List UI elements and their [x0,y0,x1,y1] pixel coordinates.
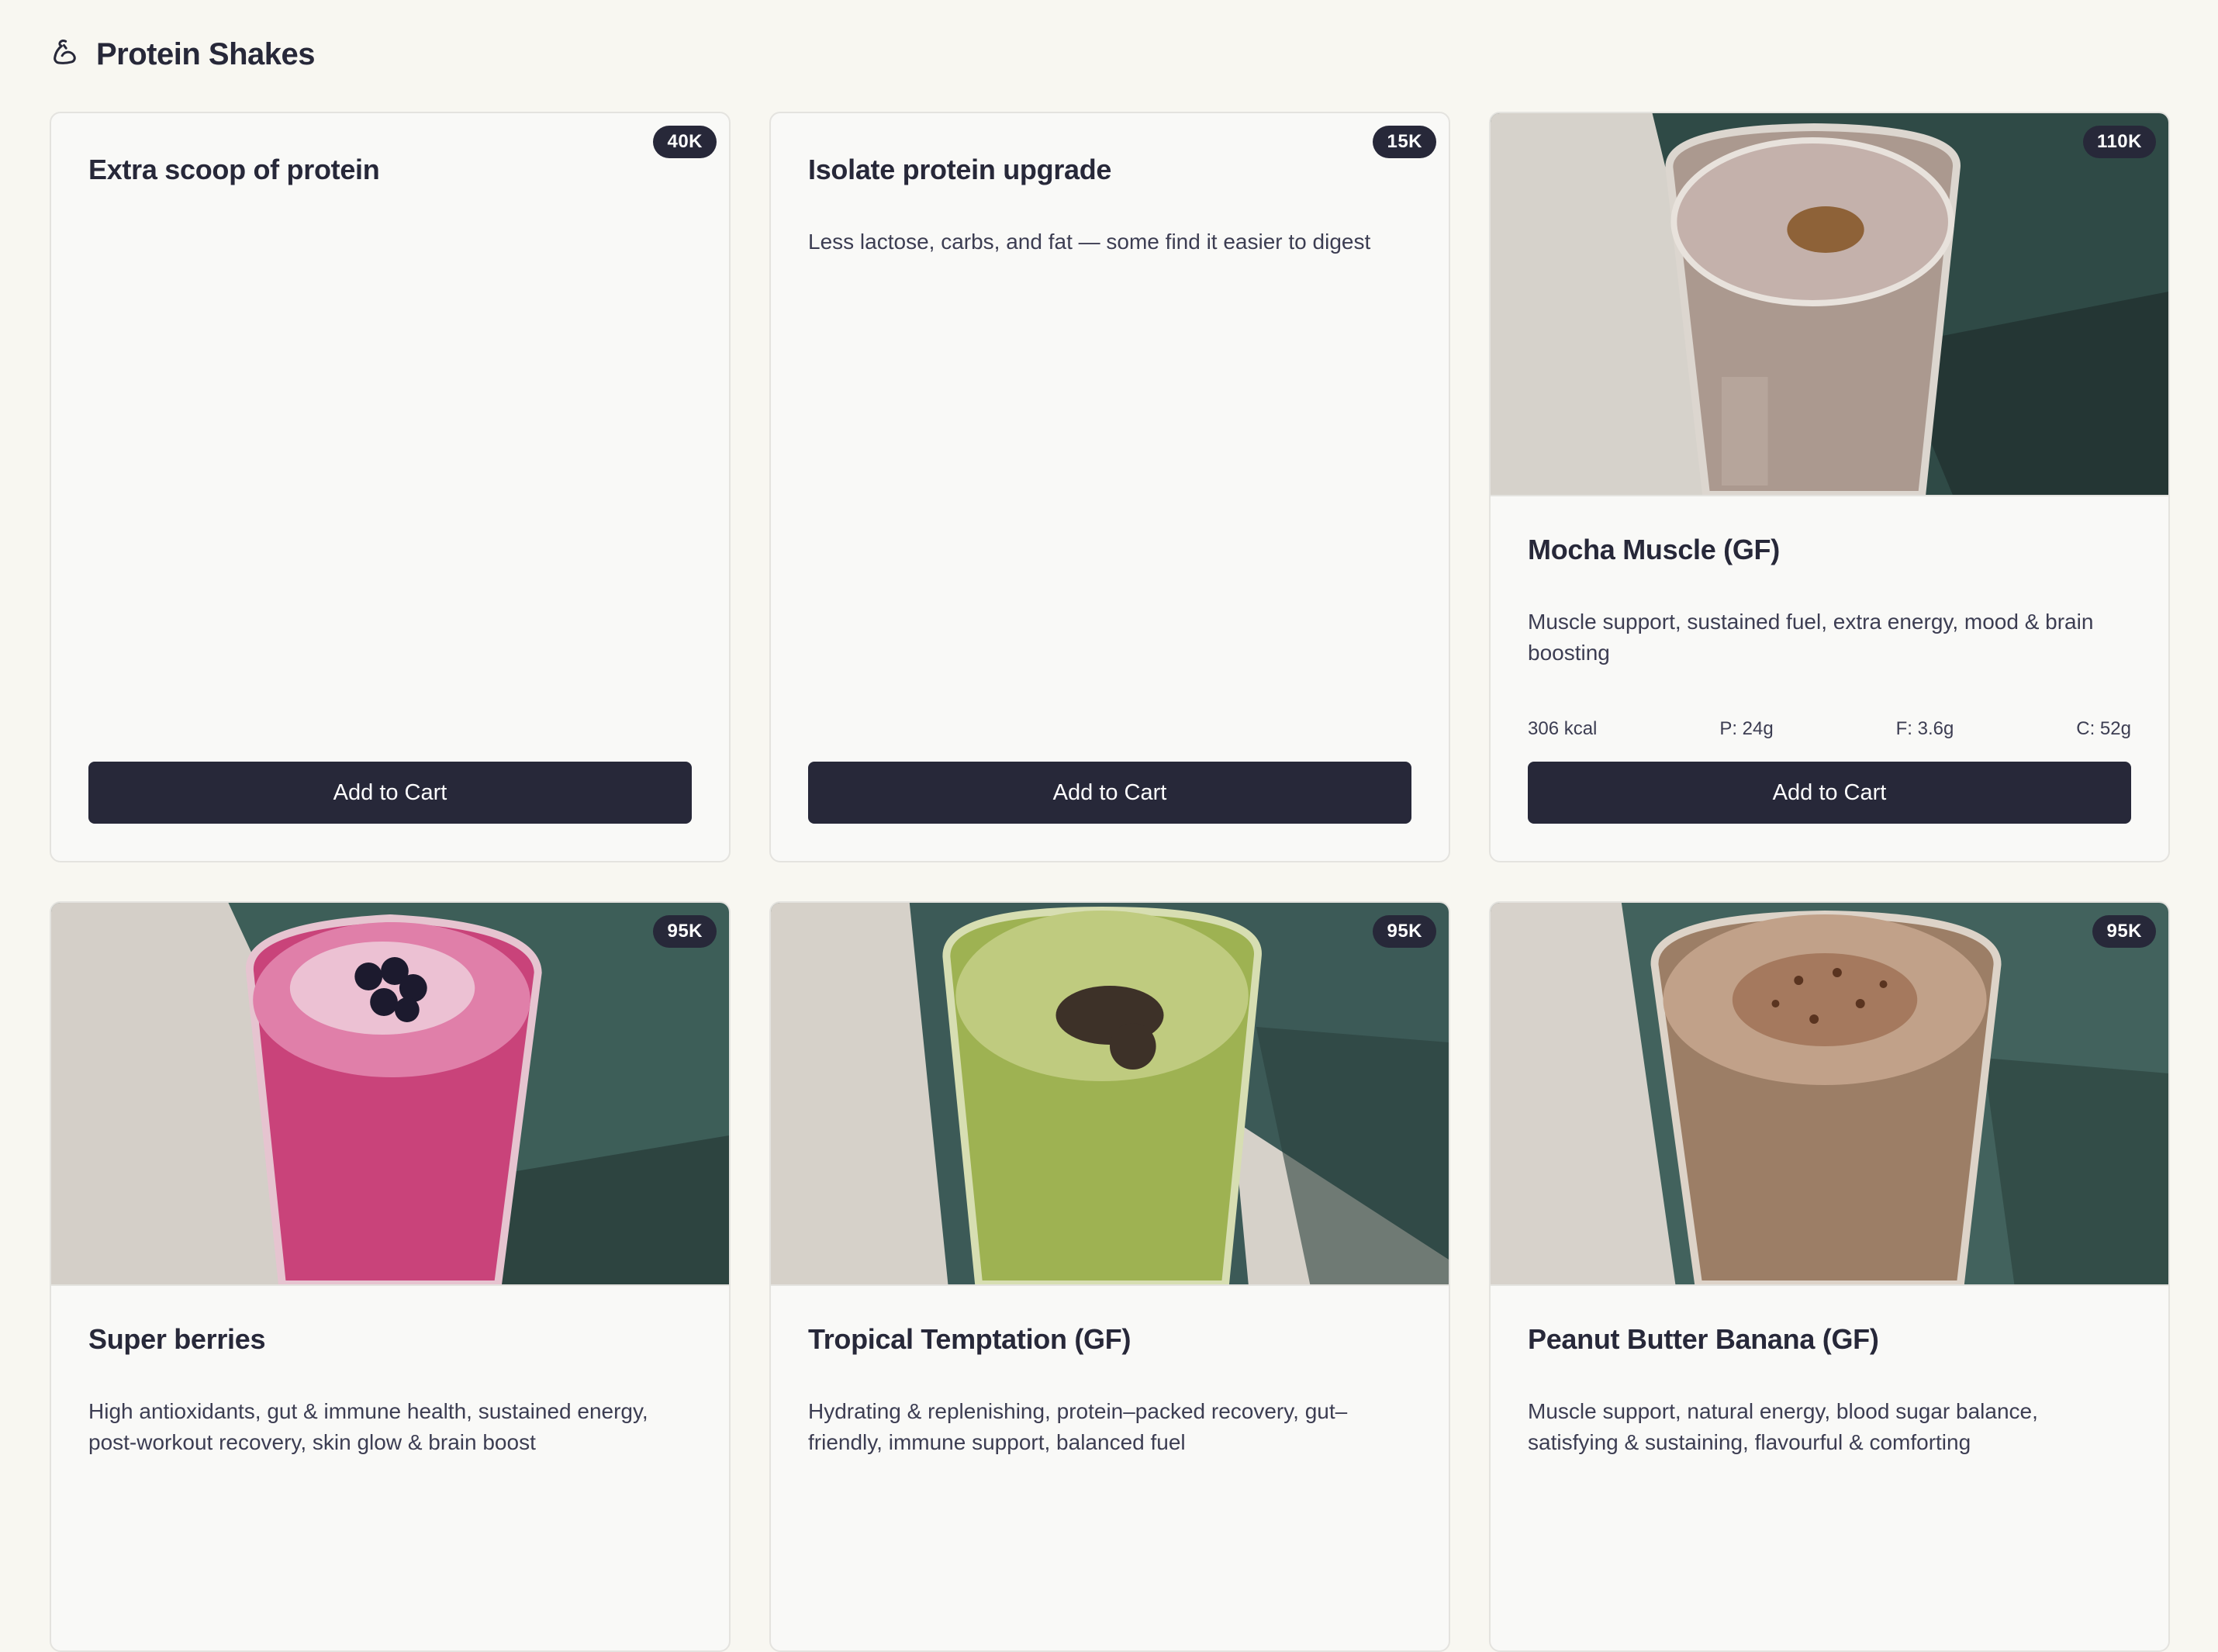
carbs-value: C: 52g [2076,718,2131,739]
nutrition-macros: 306 kcal P: 24g F: 3.6g C: 52g [1528,718,2131,740]
product-image-peanut-butter-shake[interactable] [1491,903,2168,1286]
product-description: Less lactose, carbs, and fat — some find… [808,230,1371,254]
add-to-cart-button[interactable]: Add to Cart [808,762,1411,824]
price-badge: 110K [2082,126,2156,158]
product-card-peanut-butter-banana: 95K Peanut Butter Banana (GF) Muscle sup… [1489,901,2170,1652]
add-to-cart-button[interactable]: Add to Cart [88,762,692,824]
product-card-extra-scoop: 40K Extra scoop of protein Add to Cart [50,112,731,862]
add-to-cart-button[interactable]: Add to Cart [1528,762,2131,824]
product-description: High antioxidants, gut & immune health, … [88,1399,648,1454]
page-header: Protein Shakes [50,34,316,74]
product-image-green-shake[interactable] [771,903,1449,1286]
product-title: Isolate protein upgrade [808,154,1112,185]
product-grid: 40K Extra scoop of protein Add to Cart 1… [50,112,2170,1652]
product-title: Mocha Muscle (GF) [1528,534,1780,565]
product-description: Muscle support, natural energy, blood su… [1528,1399,2038,1454]
product-image-mocha-shake[interactable] [1491,113,2168,496]
product-card-tropical-temptation: 95K Tropical Temptation (GF) Hydrating &… [769,901,1450,1652]
product-card-mocha-muscle: 110K Mocha Muscle (GF) Muscle support, s… [1489,112,2170,862]
price-badge: 95K [1373,915,1436,948]
product-title: Tropical Temptation (GF) [808,1323,1131,1355]
price-badge: 95K [653,915,717,948]
page-title: Protein Shakes [96,36,316,71]
flexed-bicep-icon [50,37,81,72]
protein-value: P: 24g [1719,718,1774,739]
price-badge: 40K [653,126,717,158]
product-description: Muscle support, sustained fuel, extra en… [1528,610,2094,665]
calories-value: 306 kcal [1528,718,1598,739]
product-title: Peanut Butter Banana (GF) [1528,1323,1879,1355]
fat-value: F: 3.6g [1895,718,1954,739]
product-image-berry-shake[interactable] [51,903,729,1286]
price-badge: 95K [2092,915,2156,948]
product-card-super-berries: 95K Super berries High antioxidants, gut… [50,901,731,1652]
product-card-isolate-upgrade: 15K Isolate protein upgrade Less lactose… [769,112,1450,862]
product-title: Extra scoop of protein [88,154,380,185]
product-title: Super berries [88,1323,266,1355]
product-description: Hydrating & replenishing, protein–packed… [808,1399,1348,1454]
price-badge: 15K [1373,126,1436,158]
